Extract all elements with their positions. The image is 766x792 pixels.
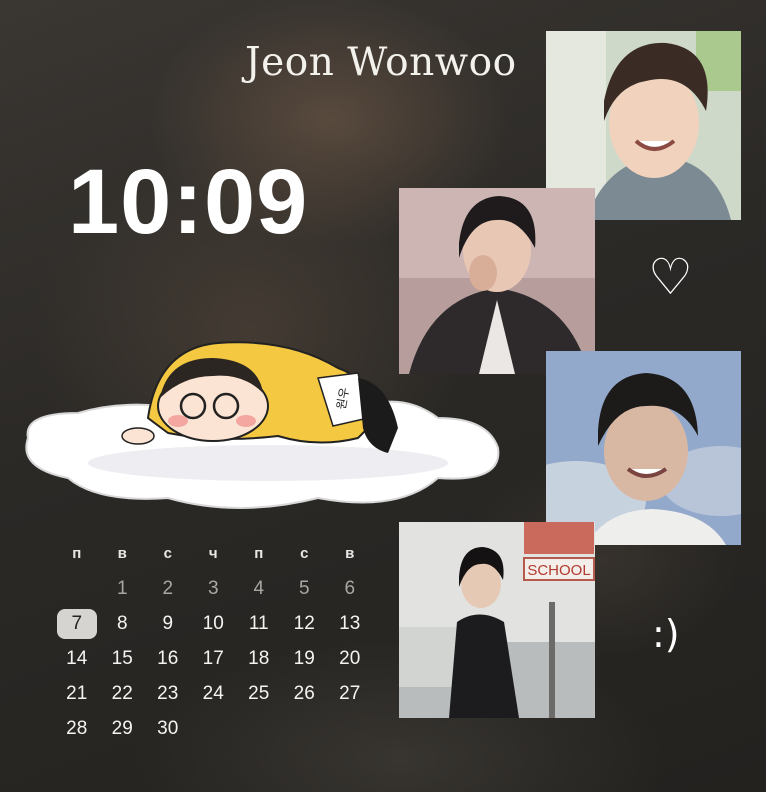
chibi-sticker: 원우 bbox=[18, 318, 508, 518]
calendar-day[interactable]: 19 bbox=[282, 648, 328, 670]
calendar-day[interactable]: 23 bbox=[145, 683, 191, 705]
weekday-label: в bbox=[117, 545, 127, 562]
calendar-day[interactable]: 21 bbox=[54, 683, 100, 705]
calendar-day[interactable]: 26 bbox=[282, 683, 328, 705]
weekday-label: ч bbox=[208, 545, 218, 562]
calendar-day[interactable]: 30 bbox=[145, 718, 191, 740]
calendar-day[interactable]: 14 bbox=[54, 648, 100, 670]
calendar-day[interactable]: 13 bbox=[327, 613, 373, 635]
calendar-day[interactable]: 15 bbox=[100, 648, 146, 670]
calendar-day-today[interactable]: 7 bbox=[54, 608, 100, 639]
calendar-day[interactable]: 25 bbox=[236, 683, 282, 705]
calendar-day[interactable]: 29 bbox=[100, 718, 146, 740]
weekday-label: п bbox=[254, 545, 264, 562]
calendar-day[interactable]: 10 bbox=[191, 613, 237, 635]
calendar-week: 1 2 3 4 5 6 bbox=[54, 571, 373, 606]
weekday-label: с bbox=[300, 545, 309, 562]
calendar-day[interactable]: 28 bbox=[54, 718, 100, 740]
name-title: Jeon Wonwoo bbox=[245, 40, 517, 85]
calendar-weekday-header: п в с ч п с в bbox=[54, 536, 373, 571]
weekday-label: с bbox=[163, 545, 172, 562]
sky-portrait-photo[interactable] bbox=[546, 351, 741, 545]
calendar-day[interactable]: 18 bbox=[236, 648, 282, 670]
calendar-week: 21 22 23 24 25 26 27 bbox=[54, 676, 373, 711]
calendar-day[interactable]: 1 bbox=[100, 578, 146, 600]
calendar-day[interactable]: 11 bbox=[236, 613, 282, 635]
calendar-day[interactable]: 6 bbox=[327, 578, 373, 600]
calendar-day[interactable]: 2 bbox=[145, 578, 191, 600]
calendar-week: 14 15 16 17 18 19 20 bbox=[54, 641, 373, 676]
weekday-label: п bbox=[72, 545, 82, 562]
weekday-label: в bbox=[345, 545, 355, 562]
street-portrait-photo[interactable]: SCHOOL bbox=[399, 522, 595, 718]
calendar-day[interactable]: 27 bbox=[327, 683, 373, 705]
calendar-day[interactable]: 16 bbox=[145, 648, 191, 670]
calendar-day[interactable]: 8 bbox=[100, 613, 146, 635]
calendar-week: 28 29 30 bbox=[54, 711, 373, 746]
calendar-day[interactable]: 12 bbox=[282, 613, 328, 635]
school-sign-text: SCHOOL bbox=[527, 562, 590, 579]
calendar-day[interactable]: 17 bbox=[191, 648, 237, 670]
calendar-widget: п в с ч п с в 1 2 3 4 5 6 7 8 9 10 11 12… bbox=[54, 536, 373, 746]
calendar-day[interactable]: 22 bbox=[100, 683, 146, 705]
calendar-day[interactable]: 4 bbox=[236, 578, 282, 600]
clock-time: 10:09 bbox=[68, 151, 309, 253]
calendar-day[interactable]: 5 bbox=[282, 578, 328, 600]
calendar-day[interactable]: 9 bbox=[145, 613, 191, 635]
smile-text: :) bbox=[652, 612, 680, 656]
heart-icon: ♡ bbox=[648, 248, 693, 306]
calendar-day[interactable]: 3 bbox=[191, 578, 237, 600]
calendar-day[interactable]: 24 bbox=[191, 683, 237, 705]
today-highlight: 7 bbox=[56, 608, 97, 639]
calendar-day[interactable]: 20 bbox=[327, 648, 373, 670]
calendar-week: 7 8 9 10 11 12 13 bbox=[54, 606, 373, 641]
